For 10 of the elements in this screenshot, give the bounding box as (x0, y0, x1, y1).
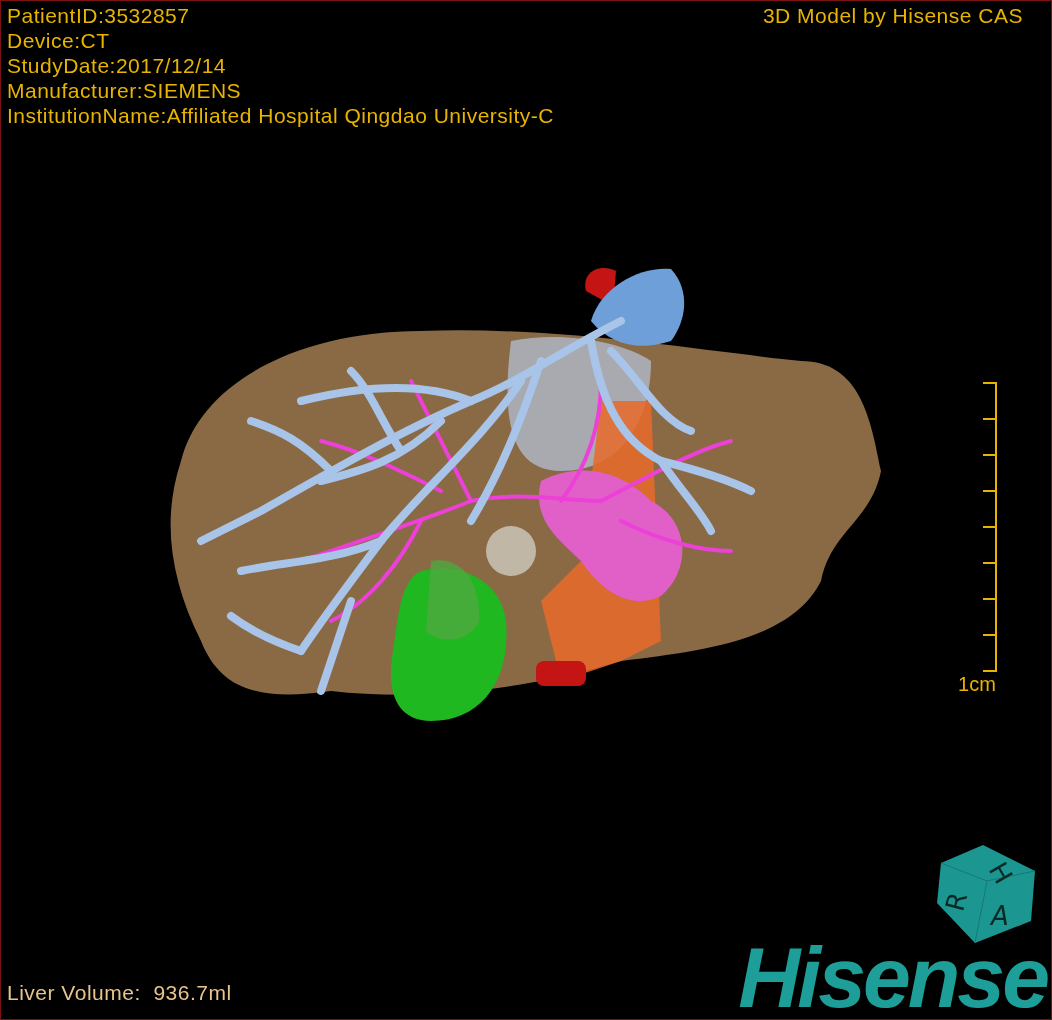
scale-label: 1cm (958, 673, 996, 695)
study-info-text: InstitutionName:Affiliated Hospital Qingdao University-C (7, 103, 554, 128)
brand-logo: Hisense (738, 937, 1047, 1017)
scale-bar-icon (983, 381, 997, 673)
study-info-text: Manufacturer:SIEMENS (7, 78, 243, 103)
viewer-title: 3D Model by Hisense CAS (762, 3, 1023, 28)
liver-volume-text: Liver Volume: 936.7ml (7, 981, 232, 1005)
study-info-text: PatientID:3532857 (7, 3, 191, 28)
study-info-text: Device:CT (7, 28, 111, 53)
study-info-text: StudyDate:2017/12/14 (7, 53, 227, 78)
